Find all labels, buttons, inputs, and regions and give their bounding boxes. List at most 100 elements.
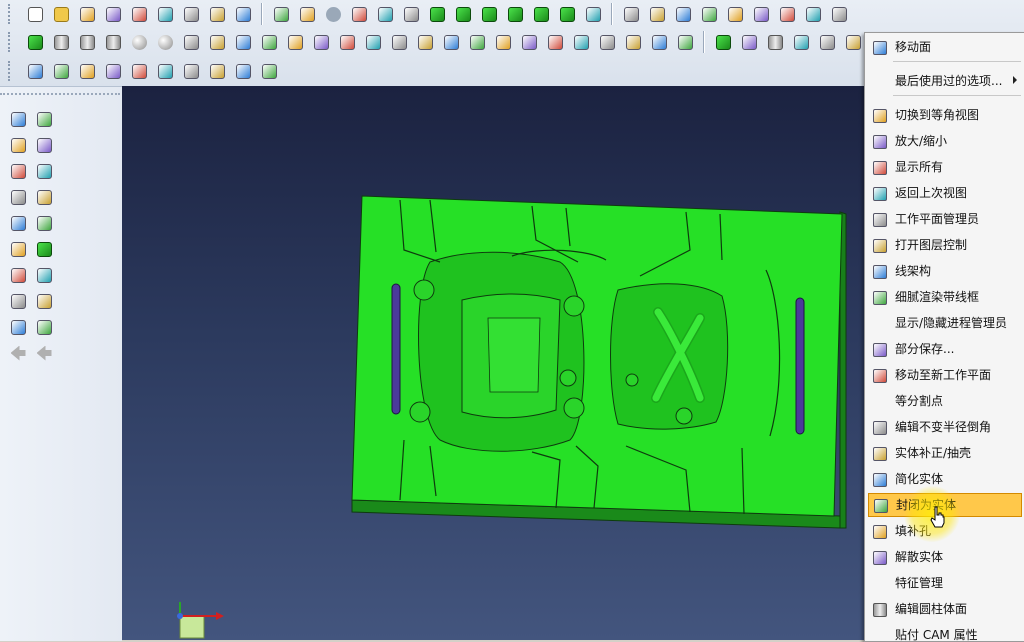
sphere-button[interactable]: [129, 32, 149, 52]
menu-item[interactable]: 细腻渲染带线框: [865, 285, 1024, 309]
move-face-button[interactable]: [597, 32, 617, 52]
cylinder-button[interactable]: [51, 32, 71, 52]
new-file-button[interactable]: [25, 4, 45, 24]
union-button[interactable]: [181, 32, 201, 52]
box-button[interactable]: [843, 32, 863, 52]
pencil-button[interactable]: [34, 187, 54, 207]
trash-button[interactable]: [8, 291, 28, 311]
edit-button[interactable]: [621, 4, 641, 24]
figure-button[interactable]: [103, 61, 123, 81]
undo-button[interactable]: [34, 291, 54, 311]
offset-button[interactable]: [623, 32, 643, 52]
box-edge-button[interactable]: [791, 32, 811, 52]
surface-edit-button[interactable]: [25, 61, 45, 81]
bracket-button[interactable]: [34, 265, 54, 285]
open-folder-button[interactable]: [51, 4, 71, 24]
box-view-button[interactable]: [817, 32, 837, 52]
traffic-light-button[interactable]: [725, 4, 745, 24]
surface-button[interactable]: [675, 32, 695, 52]
import-button[interactable]: [77, 4, 97, 24]
menu-item[interactable]: 线架构: [865, 259, 1024, 283]
intersect-button[interactable]: [233, 32, 253, 52]
replace-face-button[interactable]: [649, 32, 669, 52]
workplane-button[interactable]: [8, 187, 28, 207]
zoom-button[interactable]: [207, 4, 227, 24]
forward-arrow-button[interactable]: [34, 343, 54, 363]
magenta-shape-button[interactable]: [207, 61, 227, 81]
menu-item[interactable]: 编辑不变半径倒角: [865, 415, 1024, 439]
menu-item[interactable]: 最后使用过的选项...: [865, 69, 1024, 93]
menu-item[interactable]: 显示所有: [865, 155, 1024, 179]
menu-item[interactable]: 贴付 CAM 属性: [865, 623, 1024, 641]
wizard-button[interactable]: [777, 4, 797, 24]
zoom-button[interactable]: [8, 109, 28, 129]
patch-button[interactable]: [155, 61, 175, 81]
plus-button[interactable]: [803, 4, 823, 24]
menu-item[interactable]: 放大/缩小: [865, 129, 1024, 153]
shell-button[interactable]: [545, 32, 565, 52]
box-button[interactable]: [259, 32, 279, 52]
cone-button[interactable]: [77, 32, 97, 52]
menu-item[interactable]: 打开图层控制: [865, 233, 1024, 257]
pin-button[interactable]: [34, 109, 54, 129]
diamond-button[interactable]: [51, 61, 71, 81]
cross-edit-button[interactable]: [77, 61, 97, 81]
torus-button[interactable]: [155, 32, 175, 52]
pocket-button[interactable]: [493, 32, 513, 52]
export-button[interactable]: [155, 4, 175, 24]
left-toolbar-grip[interactable]: [0, 93, 120, 99]
settings-button[interactable]: [829, 4, 849, 24]
cube-top-button[interactable]: [531, 4, 551, 24]
gear-button[interactable]: [699, 4, 719, 24]
tb3-grip[interactable]: [8, 61, 16, 81]
loft-button[interactable]: [441, 32, 461, 52]
cube-front-button[interactable]: [427, 4, 447, 24]
zoom-in-button[interactable]: [8, 161, 28, 181]
pyramid-button[interactable]: [103, 32, 123, 52]
back-arrow-button[interactable]: [8, 343, 28, 363]
layout-button[interactable]: [233, 4, 253, 24]
print-preview-button[interactable]: [647, 4, 667, 24]
arrow-button[interactable]: [323, 4, 343, 24]
plane-button[interactable]: [34, 213, 54, 233]
cube-solid-button[interactable]: [557, 4, 577, 24]
sweep-button[interactable]: [311, 32, 331, 52]
select-box-button[interactable]: [34, 161, 54, 181]
cylinder-face-button[interactable]: [765, 32, 785, 52]
zoom-box-button[interactable]: [271, 4, 291, 24]
zoom-fit-button[interactable]: [297, 4, 317, 24]
refresh-button[interactable]: [349, 4, 369, 24]
chamfer-button[interactable]: [571, 32, 591, 52]
filter-button[interactable]: [751, 4, 771, 24]
fillet-button[interactable]: [415, 32, 435, 52]
cube-blue-button[interactable]: [713, 32, 733, 52]
rotate-button[interactable]: [34, 135, 54, 155]
wrap-button[interactable]: [259, 61, 279, 81]
tb1-grip[interactable]: [8, 4, 16, 24]
render-button[interactable]: [401, 4, 421, 24]
menu-item[interactable]: 简化实体: [865, 467, 1024, 491]
menu-item[interactable]: 移动至新工作平面: [865, 363, 1024, 387]
menu-item[interactable]: 部分保存...: [865, 337, 1024, 361]
cube-right-button[interactable]: [505, 4, 525, 24]
menu-item[interactable]: 工作平面管理员: [865, 207, 1024, 231]
rainbow-button[interactable]: [181, 61, 201, 81]
print-button[interactable]: [181, 4, 201, 24]
box-front-button[interactable]: [739, 32, 759, 52]
draft-button[interactable]: [389, 32, 409, 52]
scale-1-1-button[interactable]: [583, 4, 603, 24]
menu-item[interactable]: 解散实体: [865, 545, 1024, 569]
subtract-button[interactable]: [207, 32, 227, 52]
menu-item[interactable]: 返回上次视图: [865, 181, 1024, 205]
stack-button[interactable]: [233, 61, 253, 81]
split-button[interactable]: [519, 32, 539, 52]
paint-button[interactable]: [8, 213, 28, 233]
refresh-button[interactable]: [8, 239, 28, 259]
tb2-grip[interactable]: [8, 32, 16, 52]
menu-item[interactable]: 编辑圆柱体面: [865, 597, 1024, 621]
hole-button[interactable]: [467, 32, 487, 52]
cube-button[interactable]: [25, 32, 45, 52]
save-button[interactable]: [103, 4, 123, 24]
extrude-button[interactable]: [337, 32, 357, 52]
cube-button[interactable]: [34, 239, 54, 259]
